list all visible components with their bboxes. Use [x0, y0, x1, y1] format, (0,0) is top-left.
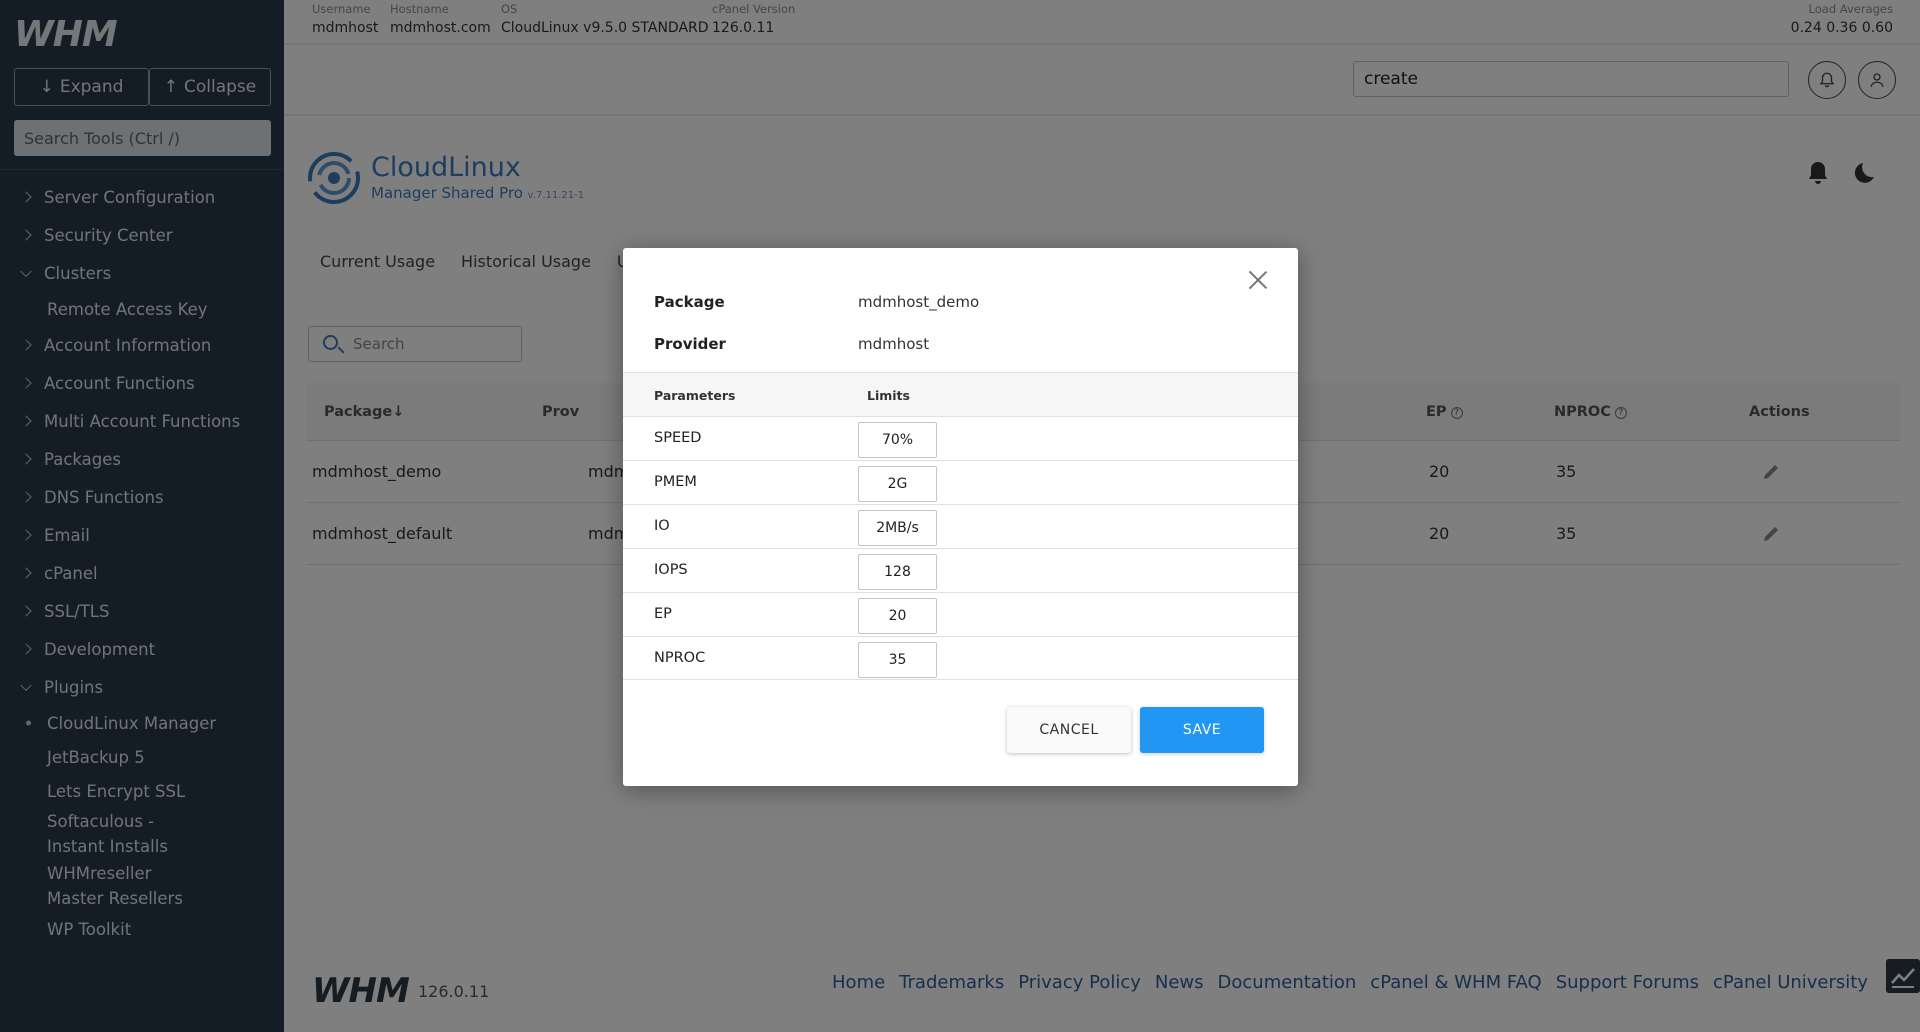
limit-row-pmem: PMEM 2G [623, 460, 1298, 504]
limit-row-ep: EP 20 [623, 592, 1298, 636]
iops-limit-input[interactable]: 128 [858, 554, 937, 590]
cancel-button[interactable]: CANCEL [1007, 707, 1131, 753]
ep-limit-input[interactable]: 20 [858, 598, 937, 634]
parameter-name: SPEED [654, 430, 702, 446]
parameter-name: IOPS [654, 562, 688, 578]
provider-value: mdmhost [858, 335, 930, 353]
save-button[interactable]: SAVE [1140, 707, 1264, 753]
parameter-name: PMEM [654, 474, 697, 490]
limits-table-header: Parameters Limits [623, 372, 1298, 416]
parameter-name: NPROC [654, 650, 706, 666]
edit-package-limits-dialog: Package mdmhost_demo Provider mdmhost Pa… [623, 248, 1298, 786]
package-label: Package [654, 293, 725, 311]
limit-row-nproc: NPROC 35 [623, 636, 1298, 680]
parameter-name: EP [654, 606, 672, 622]
parameters-header: Parameters [654, 388, 736, 403]
package-value: mdmhost_demo [858, 293, 980, 311]
limit-row-iops: IOPS 128 [623, 548, 1298, 592]
pmem-limit-input[interactable]: 2G [858, 466, 937, 502]
provider-label: Provider [654, 335, 726, 353]
limits-table: Parameters Limits SPEED 70% PMEM 2G IO 2MB/s I… [623, 372, 1298, 680]
limit-row-io: IO 2MB/s [623, 504, 1298, 548]
parameter-name: IO [654, 518, 670, 534]
limits-rows: SPEED 70% PMEM 2G IO 2MB/s IOPS 128 EP 20 NPROC 35 [623, 416, 1298, 680]
limit-row-speed: SPEED 70% [623, 416, 1298, 460]
limits-header: Limits [867, 388, 910, 403]
nproc-limit-input[interactable]: 35 [858, 642, 937, 678]
close-icon[interactable] [1248, 270, 1268, 290]
io-limit-input[interactable]: 2MB/s [858, 510, 937, 546]
speed-limit-input[interactable]: 70% [858, 422, 937, 458]
